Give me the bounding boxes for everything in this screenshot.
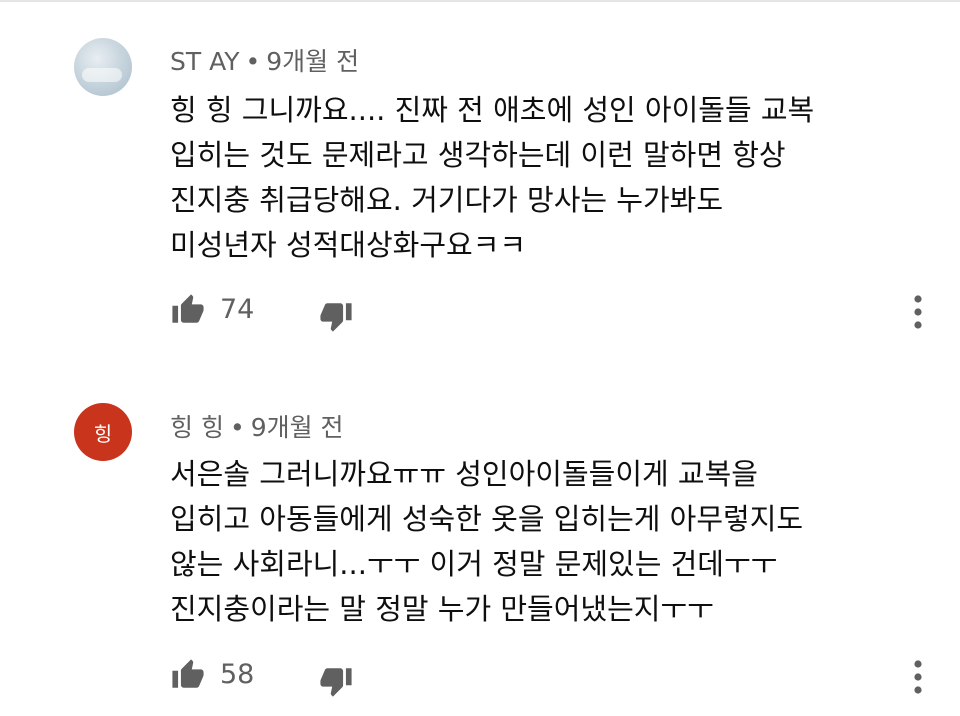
comment-line: 않는 사회라니...ㅜㅜ 이거 정말 문제있는 건데ㅜㅜ: [170, 547, 778, 581]
comment-line: 서은솔 그러니까요ㅠㅠ 성인아이돌들이게 교복을: [170, 457, 758, 491]
comment-line: 진지충 취급당해요. 거기다가 망사는 누가봐도: [170, 183, 724, 217]
thumb-down-icon: [318, 299, 354, 333]
comment-text: 힝 힝 그니까요.... 진짜 전 애초에 성인 아이돌들 교복 입히는 것도 …: [170, 88, 930, 268]
comment-line: 입히고 아동들에게 성숙한 옷을 입히는게 아무렇지도: [170, 502, 804, 536]
comment-line: 입히는 것도 문제라고 생각하는데 이런 말하면 항상: [170, 138, 786, 172]
comment-header: ST AY • 9개월 전: [170, 42, 359, 78]
comment-actions: 74: [0, 290, 960, 334]
more-vert-icon: [913, 659, 923, 695]
more-options-button[interactable]: [898, 290, 938, 334]
more-vert-icon: [913, 294, 923, 330]
like-button[interactable]: [168, 290, 208, 330]
like-count: 58: [220, 659, 255, 690]
avatar-cloud-decoration: [82, 68, 122, 82]
comment-time[interactable]: 9개월 전: [266, 47, 359, 76]
avatar[interactable]: 힝: [74, 403, 132, 461]
more-options-button[interactable]: [898, 655, 938, 699]
comment-time[interactable]: 9개월 전: [251, 413, 344, 442]
like-button[interactable]: [168, 655, 208, 695]
avatar[interactable]: [74, 38, 132, 96]
like-count: 74: [220, 294, 255, 325]
thumb-down-icon: [318, 664, 354, 698]
avatar-letter: 힝: [93, 421, 113, 446]
header-separator: •: [229, 413, 245, 442]
comment-actions: 58: [0, 655, 960, 699]
dislike-button[interactable]: [316, 661, 356, 701]
comment-line: 진지충이라는 말 정말 누가 만들어냈는지ㅜㅜ: [170, 592, 714, 626]
header-separator: •: [245, 47, 261, 76]
author-name[interactable]: 힝 힝: [170, 413, 224, 442]
dislike-button[interactable]: [316, 296, 356, 336]
comment-text: 서은솔 그러니까요ㅠㅠ 성인아이돌들이게 교복을 입히고 아동들에게 성숙한 옷…: [170, 452, 930, 632]
thumb-up-icon: [170, 658, 206, 692]
comment-line: 힝 힝 그니까요.... 진짜 전 애초에 성인 아이돌들 교복: [170, 93, 815, 127]
thumb-up-icon: [170, 293, 206, 327]
author-name[interactable]: ST AY: [170, 47, 240, 76]
comment-header: 힝 힝 • 9개월 전: [170, 408, 344, 444]
comment-line: 미성년자 성적대상화구요ㅋㅋ: [170, 228, 527, 262]
top-divider: [0, 0, 960, 2]
